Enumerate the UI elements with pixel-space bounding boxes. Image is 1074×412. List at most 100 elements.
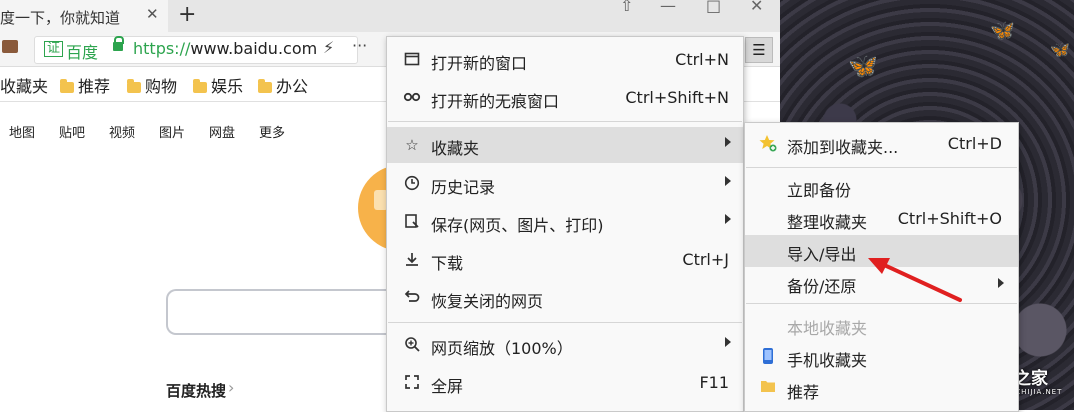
menu-item-zoom[interactable]: 网页缩放（100%） — [387, 327, 743, 363]
submenu-arrow-icon — [725, 214, 731, 224]
history-icon — [403, 175, 421, 193]
menu-item-shortcut: F11 — [699, 373, 729, 392]
submenu-item-organize[interactable]: 整理收藏夹 Ctrl+Shift+O — [745, 203, 1018, 235]
search-input[interactable] — [166, 289, 408, 335]
folder-icon — [258, 79, 272, 93]
tab-title: 度一下，你就知道 — [0, 9, 121, 27]
nav-link-tieba[interactable]: 贴吧 — [59, 122, 85, 141]
submenu-item-label: 推荐 — [787, 383, 820, 402]
bookmark-label: 娱乐 — [211, 77, 244, 96]
url-scheme: https:// — [133, 39, 191, 58]
hot-search-title[interactable]: 百度热搜 — [166, 380, 226, 401]
bolt-icon[interactable]: ⚡ — [323, 38, 334, 57]
nav-link-netdisk[interactable]: 网盘 — [209, 122, 235, 141]
submenu-item-shortcut: Ctrl+D — [947, 134, 1002, 153]
save-icon — [403, 213, 421, 231]
bookmark-folder-shopping[interactable]: 购物 — [127, 73, 177, 97]
menu-item-downloads[interactable]: 下载 Ctrl+J — [387, 242, 743, 278]
menu-separator — [388, 322, 742, 323]
submenu-arrow-icon — [725, 176, 731, 186]
bookmark-folder-entertainment[interactable]: 娱乐 — [193, 73, 243, 97]
submenu-item-label: 导入/导出 — [787, 245, 857, 264]
folder-icon — [193, 79, 207, 93]
folder-icon — [759, 379, 777, 397]
more-icon[interactable]: ··· — [352, 36, 367, 55]
zoom-icon — [403, 336, 421, 354]
submenu-item-add-favorite[interactable]: 添加到收藏夹... Ctrl+D — [745, 128, 1018, 160]
download-icon — [403, 251, 421, 269]
menu-item-label: 恢复关闭的网页 — [431, 292, 544, 311]
menu-item-shortcut: Ctrl+J — [682, 250, 729, 269]
menu-item-favorites[interactable]: ☆ 收藏夹 — [387, 127, 743, 163]
new-tab-button[interactable]: + — [178, 2, 196, 27]
chevron-right-icon[interactable]: › — [228, 378, 234, 397]
certificate-icon[interactable]: 证 — [44, 41, 64, 57]
submenu-item-local-favorites: 本地收藏夹 — [745, 309, 1018, 341]
submenu-item-label: 添加到收藏夹... — [787, 138, 899, 157]
annotation-arrow — [868, 258, 962, 302]
menu-item-label: 下载 — [431, 254, 464, 273]
window-close-button[interactable]: ✕ — [750, 0, 763, 15]
menu-item-label: 打开新的无痕窗口 — [431, 92, 560, 111]
phone-icon — [759, 347, 777, 365]
window-icon — [403, 51, 421, 69]
menu-item-fullscreen[interactable]: 全屏 F11 — [387, 365, 743, 401]
nav-link-images[interactable]: 图片 — [159, 122, 185, 141]
main-menu: 打开新的窗口 Ctrl+N 打开新的无痕窗口 Ctrl+Shift+N ☆ 收藏… — [386, 36, 744, 412]
menu-item-new-window[interactable]: 打开新的窗口 Ctrl+N — [387, 42, 743, 78]
submenu-item-label: 整理收藏夹 — [787, 213, 868, 232]
url-text[interactable]: https://www.baidu.com — [133, 39, 317, 58]
submenu-item-backup-now[interactable]: 立即备份 — [745, 171, 1018, 203]
menu-item-label: 全屏 — [431, 377, 464, 396]
menu-separator — [388, 121, 742, 122]
submenu-item-shortcut: Ctrl+Shift+O — [897, 209, 1002, 228]
main-menu-button[interactable]: ☰ — [745, 37, 773, 63]
bookmark-favorites[interactable]: 收藏夹 — [0, 73, 48, 97]
menu-item-history[interactable]: 历史记录 — [387, 166, 743, 202]
bookmark-folder-recommend[interactable]: 推荐 — [60, 73, 110, 97]
submenu-arrow-icon — [998, 278, 1004, 288]
site-name: 百度 — [66, 43, 99, 62]
menu-separator — [746, 167, 1017, 168]
menu-item-new-incognito[interactable]: 打开新的无痕窗口 Ctrl+Shift+N — [387, 80, 743, 116]
submenu-arrow-icon — [725, 137, 731, 147]
folder-icon — [60, 79, 74, 93]
menu-item-label: 收藏夹 — [431, 139, 480, 158]
menu-item-restore-closed[interactable]: 恢复关闭的网页 — [387, 280, 743, 316]
menu-item-shortcut: Ctrl+Shift+N — [625, 88, 729, 107]
submenu-item-label: 手机收藏夹 — [787, 351, 868, 370]
nav-link-map[interactable]: 地图 — [9, 122, 35, 141]
butterfly-icon: 🦋 — [990, 18, 1015, 42]
pin-icon[interactable]: ⇧ — [620, 0, 633, 15]
menu-item-label: 历史记录 — [431, 178, 496, 197]
restore-icon — [403, 289, 421, 307]
submenu-item-mobile-favorites[interactable]: 手机收藏夹 — [745, 341, 1018, 373]
nav-link-more[interactable]: 更多 — [259, 122, 285, 141]
menu-item-label: 保存(网页、图片、打印) — [431, 216, 604, 235]
submenu-item-label: 本地收藏夹 — [787, 319, 868, 338]
bookmark-folder-office[interactable]: 办公 — [258, 73, 308, 97]
bookmark-label: 推荐 — [78, 77, 111, 96]
nav-link-video[interactable]: 视频 — [109, 122, 135, 141]
tab-close-icon[interactable]: ✕ — [146, 5, 159, 23]
minimize-button[interactable]: — — [660, 0, 676, 15]
url-host: www.baidu.com — [190, 39, 318, 58]
maximize-button[interactable]: □ — [706, 0, 721, 15]
lock-icon — [113, 36, 124, 51]
butterfly-icon: 🦋 — [1050, 40, 1070, 59]
fullscreen-icon — [403, 374, 421, 392]
submenu-arrow-icon — [725, 337, 731, 347]
bookmark-label: 购物 — [145, 77, 178, 96]
incognito-icon — [403, 89, 421, 107]
submenu-item-recommend[interactable]: 推荐 — [745, 373, 1018, 405]
menu-item-save[interactable]: 保存(网页、图片、打印) — [387, 204, 743, 240]
add-star-icon — [759, 134, 777, 152]
bookmark-label: 办公 — [276, 77, 309, 96]
menu-item-label: 打开新的窗口 — [431, 54, 528, 73]
submenu-item-label: 备份/还原 — [787, 277, 857, 296]
briefcase-icon[interactable] — [2, 40, 18, 53]
menu-item-shortcut: Ctrl+N — [675, 50, 729, 69]
submenu-item-label: 立即备份 — [787, 181, 852, 200]
butterfly-icon: 🦋 — [848, 52, 878, 80]
favorites-icon: ☆ — [405, 136, 419, 154]
